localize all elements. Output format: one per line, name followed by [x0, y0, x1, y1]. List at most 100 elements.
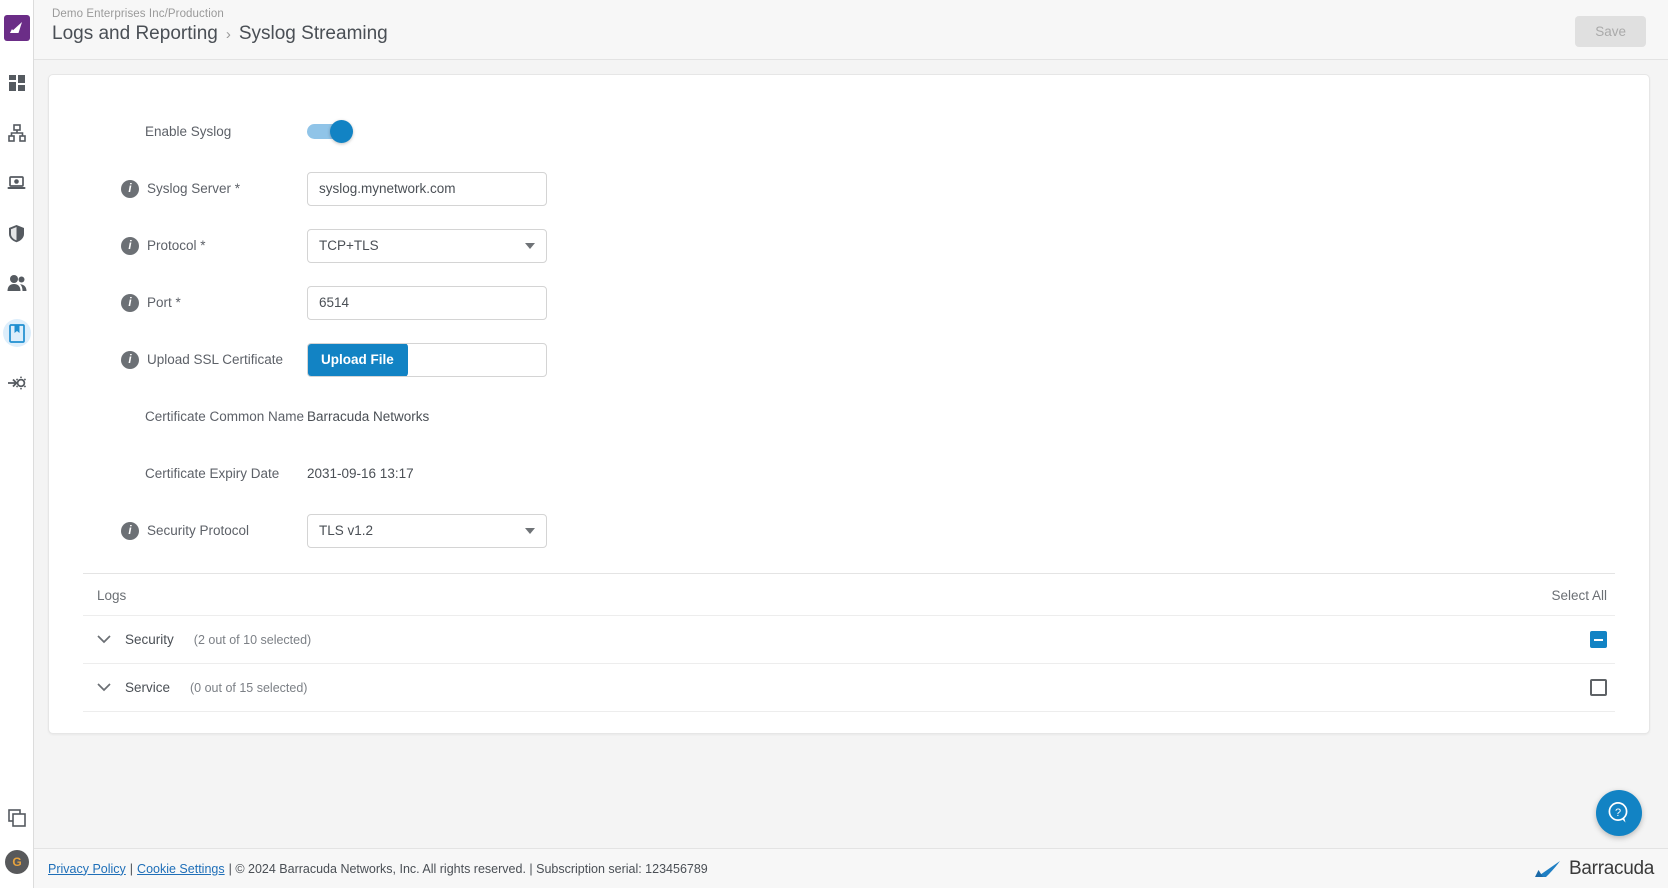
syslog-server-label-text: Syslog Server * [147, 181, 241, 196]
chevron-down-glyph [97, 683, 111, 692]
footer: Privacy Policy | Cookie Settings | © 202… [34, 848, 1668, 888]
nav-items [2, 69, 31, 397]
log-group-name: Service [125, 680, 171, 695]
left-nav-rail: G [0, 0, 34, 888]
info-icon[interactable]: i [121, 521, 139, 540]
info-icon[interactable]: i [121, 179, 139, 198]
help-question-bubble-icon: ? [1608, 802, 1628, 823]
svg-text:?: ? [1615, 807, 1621, 819]
port-input[interactable] [307, 285, 547, 320]
security-protocol-select[interactable]: TLS v1.2 [307, 513, 547, 548]
privacy-policy-link[interactable]: Privacy Policy [48, 862, 126, 876]
port-label: i Port * [83, 293, 307, 312]
row-protocol: i Protocol * TCP+TLS [83, 217, 1615, 274]
breadcrumb-parent[interactable]: Logs and Reporting [52, 23, 218, 45]
enable-syslog-toggle[interactable] [307, 120, 353, 143]
barracuda-fin-logo-icon [1535, 860, 1561, 877]
toggle-knob [330, 120, 353, 143]
app-root: G Demo Enterprises Inc/Production Logs a… [0, 0, 1668, 888]
row-port: i Port * [83, 274, 1615, 331]
logs-header-label: Logs [97, 588, 127, 603]
settings-gear-arrow-icon [7, 376, 26, 390]
page-title: Syslog Streaming [238, 23, 388, 44]
log-group-checkbox-service[interactable] [1590, 679, 1607, 696]
logs-header-row: Logs Select All [83, 573, 1615, 615]
protocol-select[interactable]: TCP+TLS [307, 228, 547, 263]
chevron-down-glyph [97, 635, 111, 644]
shield-icon [9, 224, 24, 242]
security-protocol-control: TLS v1.2 [307, 513, 1615, 548]
select-all-label[interactable]: Select All [1551, 588, 1607, 603]
log-group-checkbox-security[interactable] [1590, 631, 1607, 648]
enable-syslog-label: Enable Syslog [145, 124, 232, 139]
row-certificate-common-name: Certificate Common Name Barracuda Networ… [83, 388, 1615, 445]
chevron-right-icon: › [225, 25, 231, 43]
sidebar-item-logs-and-reporting[interactable] [2, 319, 31, 347]
enable-syslog-control [307, 120, 1615, 143]
avatar-initial: G [12, 855, 22, 869]
syslog-server-control [307, 171, 1615, 206]
sidebar-item-security[interactable] [3, 219, 31, 247]
sidebar-item-dashboard[interactable] [3, 69, 31, 97]
upload-field: Upload File [307, 342, 547, 377]
cookie-settings-link[interactable]: Cookie Settings [137, 862, 225, 876]
chevron-down-icon[interactable] [97, 633, 111, 647]
security-protocol-label: i Security Protocol [83, 521, 307, 540]
upload-ssl-label-text: Upload SSL Certificate [147, 352, 284, 367]
footer-separator: | [129, 861, 134, 876]
cert-common-name-label: Certificate Common Name [145, 409, 305, 424]
row-security-protocol: i Security Protocol TLS v1.2 [83, 502, 1615, 559]
row-certificate-expiry-date: Certificate Expiry Date 2031-09-16 13:17 [83, 445, 1615, 502]
security-protocol-selected-value: TLS v1.2 [319, 523, 374, 538]
sidebar-item-network[interactable] [3, 119, 31, 147]
log-group-count: (0 out of 15 selected) [190, 680, 308, 695]
footer-links: Privacy Policy | Cookie Settings | © 202… [48, 862, 708, 876]
protocol-control: TCP+TLS [307, 228, 1615, 263]
nav-bottom: G [0, 804, 34, 888]
content-scroll-area: Enable Syslog i Syslog Server * syslog.m… [34, 60, 1668, 848]
protocol-label: i Protocol * [83, 236, 307, 255]
breadcrumb-trail: Logs and Reporting › Syslog Streaming [52, 23, 388, 45]
port-control [307, 285, 1615, 320]
help-button[interactable]: ? [1596, 790, 1642, 836]
main-region: Demo Enterprises Inc/Production Logs and… [34, 0, 1668, 888]
table-row: Security (2 out of 10 selected) [83, 615, 1615, 663]
port-label-text: Port * [147, 295, 181, 310]
info-icon[interactable]: i [121, 350, 139, 369]
info-icon[interactable]: i [121, 236, 139, 255]
sidebar-item-users[interactable] [3, 269, 31, 297]
cert-expiry-value: 2031-09-16 13:17 [307, 465, 414, 481]
brand-name: Barracuda [1569, 857, 1654, 879]
avatar[interactable]: G [5, 850, 29, 874]
logs-section: Logs Select All Security (2 out of 10 se… [83, 573, 1615, 712]
row-syslog-server: i Syslog Server * [83, 160, 1615, 217]
sidebar-item-endpoints[interactable] [3, 169, 31, 197]
breadcrumb: Demo Enterprises Inc/Production Logs and… [50, 8, 388, 45]
log-group-count: (2 out of 10 selected) [193, 632, 312, 647]
chevron-down-icon[interactable] [97, 681, 111, 695]
app-logo[interactable] [3, 15, 30, 41]
barracuda-fin-logo-icon [9, 22, 22, 33]
tenant-label: Demo Enterprises Inc/Production [52, 8, 224, 20]
info-icon[interactable]: i [121, 293, 139, 312]
chevron-down-icon [525, 527, 535, 534]
upload-file-button[interactable]: Upload File [308, 343, 408, 376]
sidebar-item-copy[interactable] [3, 804, 31, 832]
logs-row-left: Service (0 out of 15 selected) [97, 680, 307, 695]
protocol-label-text: Protocol * [147, 238, 206, 253]
book-logs-icon [8, 323, 25, 343]
cert-expiry-control: 2031-09-16 13:17 [307, 465, 1615, 483]
network-sitemap-icon [7, 124, 26, 142]
syslog-server-input[interactable] [307, 171, 547, 206]
row-upload-ssl-certificate: i Upload SSL Certificate Upload File [83, 331, 1615, 388]
security-protocol-label-text: Security Protocol [147, 523, 250, 538]
top-bar: Demo Enterprises Inc/Production Logs and… [34, 0, 1668, 60]
footer-copyright: | © 2024 Barracuda Networks, Inc. All ri… [228, 861, 708, 876]
table-row: Service (0 out of 15 selected) [83, 663, 1615, 711]
upload-ssl-label: i Upload SSL Certificate [83, 350, 307, 369]
sidebar-item-advanced-settings[interactable] [3, 369, 31, 397]
upload-ssl-control: Upload File [307, 342, 1615, 377]
save-button[interactable]: Save [1575, 16, 1646, 47]
log-group-name: Security [125, 632, 174, 647]
cert-common-name-control: Barracuda Networks [307, 408, 1615, 426]
